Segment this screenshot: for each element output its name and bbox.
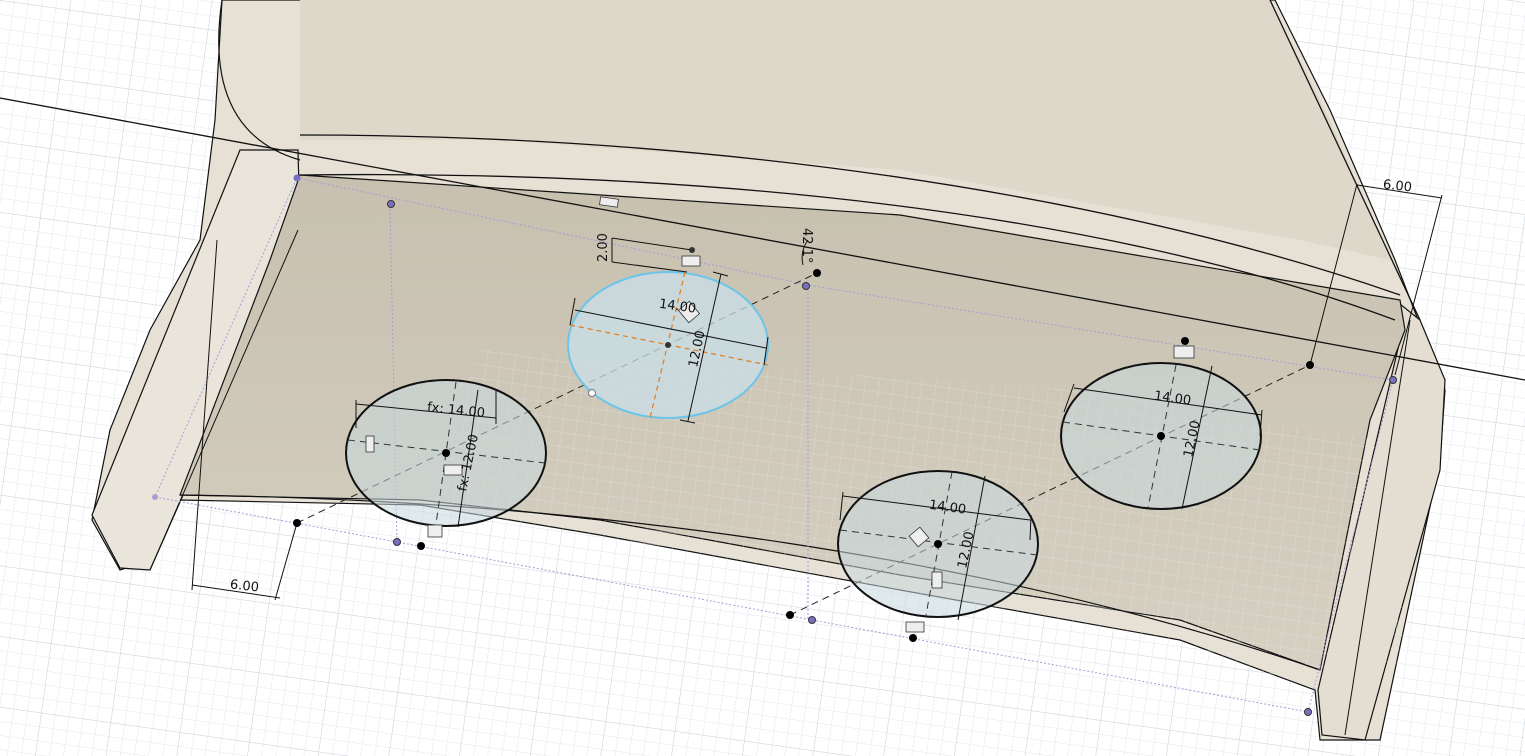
vertical-constraint-icon [1173,345,1195,359]
ellipse-selected-handle[interactable] [588,389,596,397]
ellipse-right[interactable] [1060,362,1262,510]
cad-sketch-canvas[interactable]: 6.00 6.00 2.00 42.1° 14.00 12.00 fx: 14.… [0,0,1525,756]
dim-angle[interactable]: 42.1° [799,228,814,263]
midpoint-constraint-icon [427,524,443,538]
sketch-viewport-svg[interactable]: 6.00 6.00 2.00 42.1° 14.00 12.00 fx: 14.… [0,0,1525,756]
perpendicular-constraint-icon [931,571,943,589]
coincident-constraint-icon [681,255,701,267]
dim-top-offset[interactable]: 2.00 [596,233,611,262]
fix-constraint-icon [365,435,375,453]
ellipse-bottom[interactable] [837,470,1039,618]
dim-right-offset[interactable]: 6.00 [1382,177,1412,195]
horizontal-constraint-icon [905,621,925,633]
ellipse-selected[interactable] [567,271,769,419]
dim-left-offset[interactable]: 6.00 [229,577,259,595]
